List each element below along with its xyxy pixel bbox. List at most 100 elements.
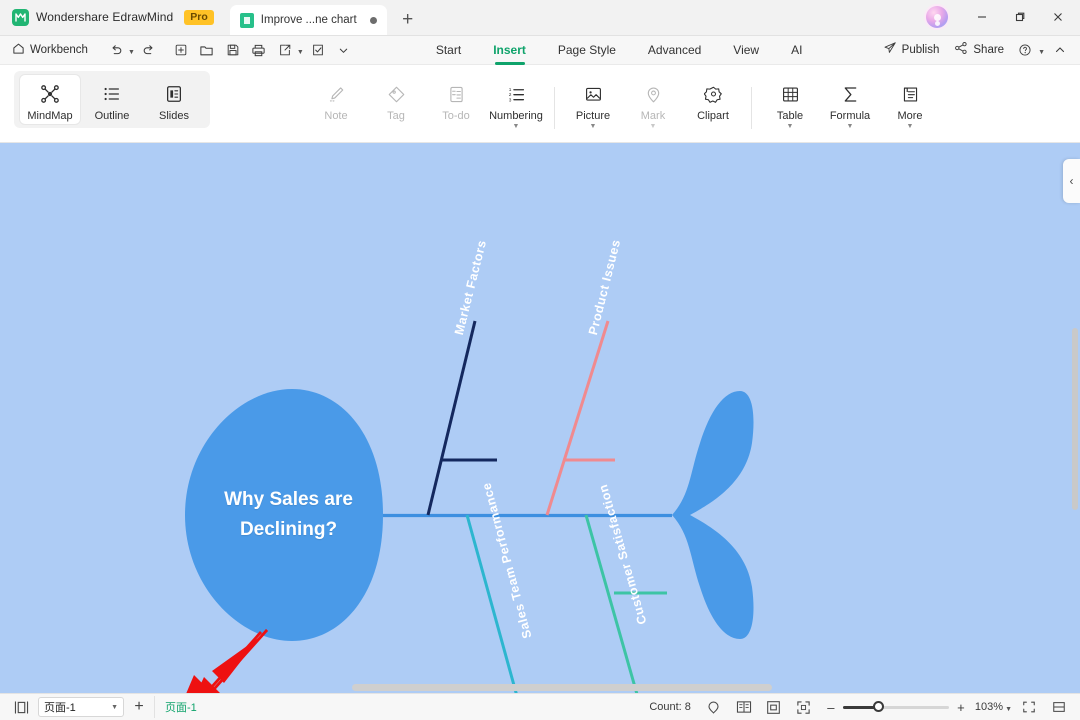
more-chevron-down-icon[interactable]: ▼ [907, 123, 914, 131]
ribbon-mark-button[interactable]: Mark ▼ [623, 75, 683, 133]
menu-ai[interactable]: AI [775, 39, 818, 62]
zoom-knob[interactable] [872, 701, 884, 712]
app-window: Wondershare EdrawMind Pro Improve ...ne … [0, 0, 1080, 720]
ribbon-more-button[interactable]: More ▼ [880, 75, 940, 133]
ribbon-todo-button[interactable]: To-do [426, 75, 486, 124]
zoom-in-button[interactable]: + [955, 700, 967, 715]
menu-view[interactable]: View [717, 39, 775, 62]
share-button[interactable]: Share [948, 41, 1010, 60]
quickbar-right-actions: Publish Share ▼ [877, 39, 1080, 61]
collapse-ribbon-icon[interactable] [1048, 39, 1072, 61]
ribbon-tag-button[interactable]: Tag [366, 75, 426, 124]
pan-mode-icon[interactable] [701, 696, 727, 718]
panel-toggle-button[interactable]: ‹ [1063, 159, 1080, 203]
publish-button[interactable]: Publish [877, 41, 946, 60]
fit-to-screen-icon[interactable] [791, 696, 817, 718]
branch-market-factors-bone [426, 320, 477, 516]
app-brand: Wondershare EdrawMind Pro [0, 0, 224, 35]
note-icon [327, 81, 346, 107]
central-topic-text[interactable]: Why Sales are Declining? [196, 485, 381, 545]
numbering-chevron-down-icon[interactable]: ▼ [513, 123, 520, 131]
workbench-button[interactable]: Workbench [10, 42, 96, 58]
redo-icon[interactable] [137, 39, 161, 61]
ribbon-note-button[interactable]: Note [306, 75, 366, 124]
zoom-out-button[interactable]: – [825, 700, 837, 715]
export-icon[interactable] [273, 39, 297, 61]
add-page-button[interactable]: + [124, 696, 154, 718]
quick-access-icons: Workbench ▼ ▼ [0, 39, 356, 61]
zoom-slider[interactable]: – + [825, 700, 967, 715]
annotation-arrow-icon [186, 629, 268, 693]
ribbon-slides-label: Slides [159, 110, 189, 122]
menu-insert[interactable]: Insert [477, 39, 542, 62]
vertical-scrollbar[interactable] [1072, 328, 1078, 510]
ribbon-clipart-label: Clipart [697, 110, 729, 122]
fullscreen-icon[interactable] [1016, 696, 1042, 718]
zoom-fill [842, 705, 877, 709]
mindmap-icon [40, 81, 60, 107]
svg-text:2: 2 [508, 92, 511, 98]
ribbon-clipart-button[interactable]: Clipart [683, 75, 743, 124]
center-view-icon[interactable] [761, 696, 787, 718]
ribbon-mindmap-label: MindMap [27, 110, 73, 122]
ribbon-divider [554, 87, 555, 129]
menu-start[interactable]: Start [420, 39, 477, 62]
presentation-mode-icon[interactable] [1046, 696, 1072, 718]
open-icon[interactable] [195, 39, 219, 61]
formula-chevron-down-icon[interactable]: ▼ [847, 123, 854, 131]
quickbar-chevron-down-icon[interactable] [332, 39, 356, 61]
ribbon-table-button[interactable]: Table ▼ [760, 75, 820, 133]
ribbon-table-label: Table [776, 110, 804, 122]
help-chevron-down-icon[interactable]: ▼ [1038, 49, 1045, 56]
table-chevron-down-icon[interactable]: ▼ [787, 123, 794, 131]
picture-chevron-down-icon[interactable]: ▼ [590, 123, 597, 131]
new-icon[interactable] [169, 39, 193, 61]
diagram-canvas[interactable]: Why Sales are Declining? Market Factors … [0, 143, 1080, 693]
zoom-level-label[interactable]: 103% [975, 701, 1003, 713]
fishbone-svg [185, 320, 754, 693]
print-icon[interactable] [247, 39, 271, 61]
review-icon[interactable] [306, 39, 330, 61]
help-icon[interactable] [1013, 39, 1037, 61]
window-controls [926, 0, 1080, 35]
page-tab-1[interactable]: 页面-1 [154, 696, 207, 718]
ribbon-note-label: Note [324, 110, 348, 122]
export-chevron-down-icon[interactable]: ▼ [297, 49, 304, 56]
home-icon [12, 42, 25, 58]
menu-page-style[interactable]: Page Style [542, 39, 632, 62]
undo-chevron-down-icon[interactable]: ▼ [128, 49, 135, 56]
ribbon-numbering-button[interactable]: 123 Numbering ▼ [486, 75, 546, 133]
ribbon-formula-button[interactable]: Formula ▼ [820, 75, 880, 133]
close-button[interactable] [1040, 0, 1076, 34]
publish-label: Publish [901, 44, 940, 56]
maximize-button[interactable] [1002, 0, 1038, 34]
status-bar-right: Count: 8 – + 103% ▼ [649, 696, 1080, 718]
zoom-chevron-down-icon[interactable]: ▼ [1005, 706, 1012, 713]
menu-advanced[interactable]: Advanced [632, 39, 717, 62]
todo-icon [447, 81, 466, 107]
new-tab-button[interactable]: + [395, 7, 421, 33]
formula-icon [841, 81, 860, 107]
undo-icon[interactable] [104, 39, 128, 61]
ribbon-outline-button[interactable]: Outline [82, 75, 142, 124]
ribbon-numbering-label: Numbering [489, 110, 543, 122]
page-select-dropdown[interactable]: 页面-1 ▼ [38, 697, 124, 717]
share-label: Share [973, 44, 1005, 56]
status-bar-left: 页面-1 ▼ + 页面-1 [0, 696, 207, 718]
ribbon-picture-button[interactable]: Picture ▼ [563, 75, 623, 133]
document-tab[interactable]: Improve ...ne chart [229, 5, 387, 35]
publish-icon [883, 41, 897, 60]
ribbon-mindmap-button[interactable]: MindMap [20, 75, 80, 124]
horizontal-scrollbar[interactable] [352, 684, 772, 691]
user-avatar[interactable] [926, 6, 948, 28]
page-layout-icon[interactable] [731, 696, 757, 718]
toggle-side-panel-icon[interactable] [8, 696, 34, 718]
mark-chevron-down-icon[interactable]: ▼ [650, 123, 657, 131]
ribbon-slides-button[interactable]: Slides [144, 75, 204, 124]
status-bar: 页面-1 ▼ + 页面-1 Count: 8 – + 103% ▼ [0, 693, 1080, 720]
document-tab-label: Improve ...ne chart [260, 14, 357, 26]
zoom-track[interactable] [842, 701, 949, 712]
ribbon-more-label: More [897, 110, 923, 122]
save-icon[interactable] [221, 39, 245, 61]
minimize-button[interactable] [964, 0, 1000, 34]
